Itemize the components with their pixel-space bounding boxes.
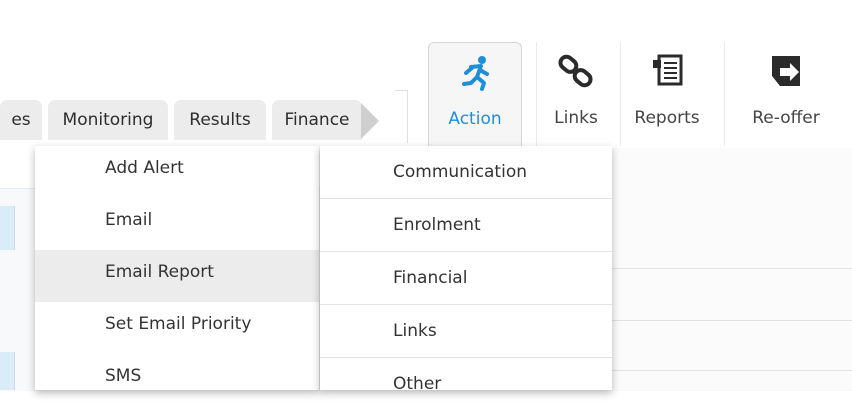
menu-item-label: SMS	[105, 366, 142, 386]
category-menu: Communication Enrolment Financial Links …	[320, 146, 612, 394]
toolbar-divider	[536, 42, 537, 146]
menu-item-communication[interactable]: Communication	[320, 146, 612, 199]
menu-item-enrolment[interactable]: Enrolment	[320, 199, 612, 252]
menu-item-links[interactable]: Links	[320, 305, 612, 358]
menu-item-set-email-priority[interactable]: Set Email Priority	[35, 302, 319, 354]
menu-item-other[interactable]: Other	[320, 358, 612, 410]
menu-item-email[interactable]: Email	[35, 198, 319, 250]
running-person-icon	[455, 53, 495, 93]
tab-finance[interactable]: Finance	[272, 100, 362, 140]
links-label: Links	[554, 108, 598, 128]
menu-item-label: Email	[105, 210, 153, 230]
background-row-marker	[0, 206, 15, 250]
toolbar: Action Links Reports Re-offer	[428, 42, 852, 147]
reoffer-button[interactable]: Re-offer	[736, 42, 836, 146]
toolbar-divider	[620, 42, 621, 146]
menu-item-label: Email Report	[105, 262, 214, 282]
tab-results[interactable]: Results	[174, 100, 266, 140]
menu-item-label: Set Email Priority	[105, 314, 252, 334]
menu-item-label: Add Alert	[105, 158, 184, 178]
menu-item-financial[interactable]: Financial	[320, 252, 612, 305]
menu-item-label: Financial	[393, 268, 468, 288]
chain-link-icon	[556, 52, 596, 92]
menu-item-label: Links	[393, 321, 437, 341]
toolbar-divider	[724, 42, 725, 146]
menu-item-label: Enrolment	[393, 215, 481, 235]
links-button[interactable]: Links	[538, 42, 614, 146]
reports-label: Reports	[634, 108, 700, 128]
background-content-area	[612, 148, 852, 390]
tab-monitoring[interactable]: Monitoring	[48, 100, 168, 140]
background-divider	[612, 370, 852, 371]
background-row-marker	[0, 352, 15, 390]
tab-partial[interactable]: es	[0, 100, 42, 140]
reoffer-arrow-icon	[766, 52, 806, 92]
reports-button[interactable]: Reports	[622, 42, 712, 146]
menu-item-label: Communication	[393, 162, 527, 182]
scroll-right-icon[interactable]	[361, 103, 379, 139]
action-menu: Add Alert Email Email Report Set Email P…	[35, 146, 319, 390]
menu-item-sms[interactable]: SMS	[35, 354, 319, 406]
background-divider	[612, 268, 852, 269]
module-tab-bar: es Monitoring Results Finance	[0, 96, 410, 146]
menu-item-add-alert[interactable]: Add Alert	[35, 146, 319, 198]
action-label: Action	[448, 109, 502, 129]
menu-item-label: Other	[393, 374, 442, 394]
report-document-icon	[647, 52, 687, 92]
reoffer-label: Re-offer	[752, 108, 820, 128]
background-divider	[612, 320, 852, 321]
menu-item-email-report[interactable]: Email Report	[35, 250, 319, 302]
action-button[interactable]: Action	[428, 42, 522, 147]
